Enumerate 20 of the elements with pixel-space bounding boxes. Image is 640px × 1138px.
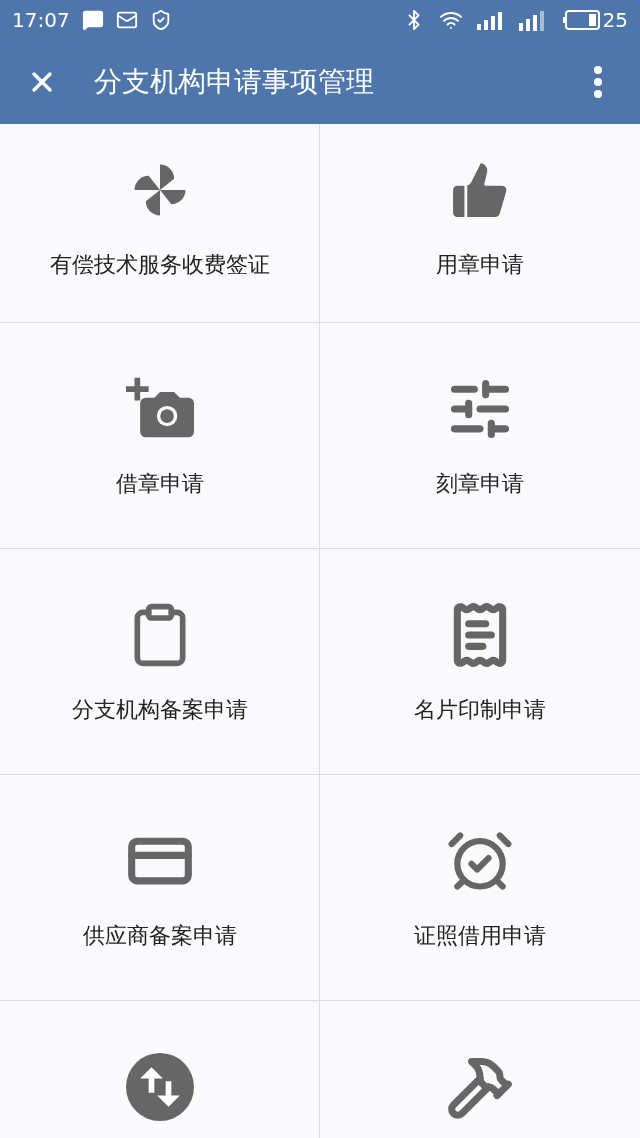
battery-level: 25 — [602, 7, 628, 34]
app-bar-title: 分支机构申请事项管理 — [94, 64, 374, 100]
tile-label: 借章申请 — [115, 473, 204, 495]
menu-tile[interactable]: 借章申请 — [0, 323, 320, 549]
tile-label: 证照借用申请 — [414, 925, 546, 947]
battery-icon — [562, 10, 601, 30]
menu-tile[interactable]: 分支机构备案申请 — [0, 549, 320, 775]
more-icon — [594, 66, 602, 98]
tile-label: 刻章申请 — [436, 473, 524, 495]
swap-icon — [125, 1053, 194, 1121]
tile-label: 分支机构备案申请 — [71, 699, 248, 721]
menu-tile[interactable]: 供应商备案申请 — [0, 775, 320, 1001]
tile-label: 名片印制申请 — [414, 699, 546, 721]
menu-tile[interactable]: 有偿技术服务收费签证 — [0, 124, 320, 323]
mail-icon — [115, 9, 138, 31]
tile-label: 用章申请 — [436, 254, 524, 276]
tile-label: 有偿技术服务收费签证 — [49, 254, 270, 276]
message-icon — [81, 9, 104, 31]
status-time: 17:07 — [12, 7, 70, 34]
tile-label: 供应商备案申请 — [82, 925, 237, 947]
